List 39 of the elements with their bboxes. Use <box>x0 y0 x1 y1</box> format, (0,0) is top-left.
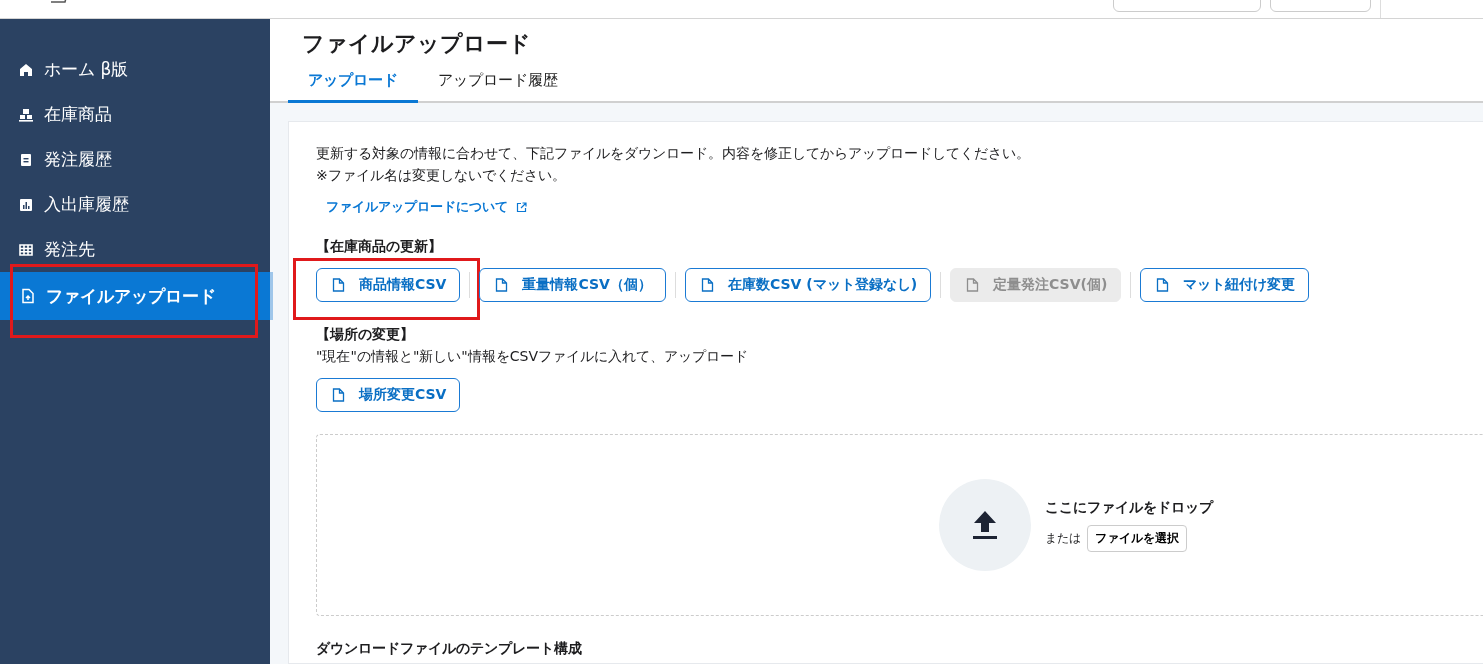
sidebar-item[interactable]: ファイルアップロード <box>0 272 273 320</box>
table-icon <box>18 241 34 258</box>
download-button[interactable]: マット紐付け変更 <box>1140 268 1310 302</box>
clipboard-icon <box>18 151 34 168</box>
file-icon <box>966 278 980 292</box>
or-text: または <box>1045 529 1081 547</box>
section-heading: ダウンロードファイルのテンプレート構成 <box>316 640 583 658</box>
sidebar-item[interactable]: 入出庫履歴 <box>0 182 270 227</box>
drop-title: ここにファイルをドロップ <box>1045 498 1213 517</box>
instruction-text: 更新する対象の情報に合わせて、下記ファイルをダウンロード。内容を修正してからアップロードしてください。 <box>316 144 1031 163</box>
drop-zone[interactable]: ここにファイルをドロップ または ファイルを選択 <box>316 434 1483 616</box>
tab[interactable]: アップロード <box>288 67 418 103</box>
choose-file-button[interactable]: ファイルを選択 <box>1087 524 1187 552</box>
file-upload-icon <box>20 288 36 304</box>
sidebar-item[interactable]: 在庫商品 <box>0 92 270 137</box>
home-icon <box>18 61 34 78</box>
file-icon <box>332 278 345 292</box>
chart-icon <box>18 196 34 213</box>
sidebar-item[interactable]: ホーム β版 <box>0 47 270 92</box>
download-button[interactable]: 在庫数CSV (マット登録なし) <box>684 268 932 302</box>
upload-icon <box>970 509 1000 541</box>
file-icon <box>1156 278 1170 292</box>
tab[interactable]: アップロード履歴 <box>418 67 578 103</box>
external-link-icon <box>516 201 527 213</box>
help-link[interactable]: ファイルアップロードについて <box>326 198 527 216</box>
sidebar-item[interactable]: 発注履歴 <box>0 137 270 182</box>
boxes-icon <box>18 106 34 123</box>
section-heading: 【場所の変更】 <box>316 326 415 344</box>
page-title: ファイルアップロード <box>302 30 532 58</box>
download-button[interactable]: 商品情報CSV <box>316 268 461 302</box>
download-button[interactable]: 場所変更CSV <box>316 378 461 412</box>
download-button[interactable]: 重量情報CSV（個） <box>479 268 666 302</box>
file-icon <box>332 388 345 402</box>
instruction-text: ※ファイル名は変更しないでください。 <box>316 166 567 185</box>
file-icon <box>495 278 509 292</box>
file-icon <box>700 278 714 292</box>
sidebar-item[interactable]: 発注先 <box>0 227 270 272</box>
section-description: "現在"の情報と"新しい"情報をCSVファイルに入れて、アップロード <box>316 348 749 366</box>
section-heading: 【在庫商品の更新】 <box>316 238 443 256</box>
